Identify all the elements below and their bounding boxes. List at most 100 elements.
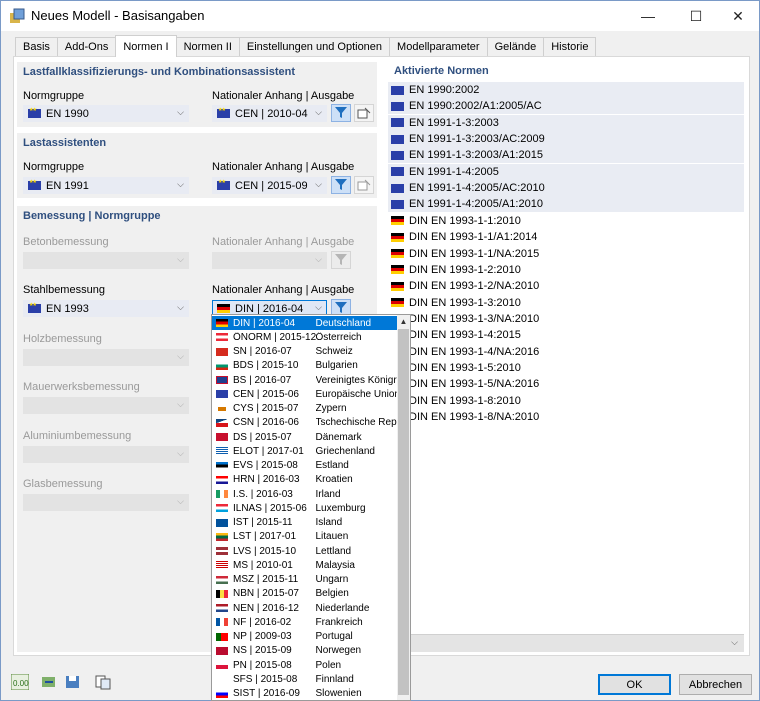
maximize-button[interactable]: ☐ (673, 1, 719, 31)
scroll-thumb[interactable] (398, 329, 409, 695)
dropdown-item[interactable]: MS | 2010-01 Malaysia (212, 558, 398, 572)
tab-historie[interactable]: Historie (543, 37, 597, 57)
dropdown-item[interactable]: SFS | 2015-08 Finnland (212, 672, 398, 686)
combi-filter-button[interactable] (331, 104, 351, 122)
tab-gelaende[interactable]: Gelände (486, 37, 545, 57)
tab-einstellungen[interactable]: Einstellungen und Optionen (238, 37, 391, 57)
norm-list-item[interactable]: DIN EN 1993-1-4/NA:2016 (388, 344, 744, 360)
dropdown-item[interactable]: PN | 2015-08 Polen (212, 658, 398, 672)
dropdown-item[interactable]: ÍST | 2015-11 Island (212, 516, 398, 530)
de-flag-icon (391, 216, 404, 226)
dropdown-item[interactable]: ČSN | 2016-06 Tschechische Republik (212, 416, 398, 430)
norm-list-item[interactable]: DIN EN 1993-1-3/NA:2010 (388, 311, 744, 327)
tab-normen-1[interactable]: Normen I (115, 35, 177, 57)
dropdown-item[interactable]: ÖNORM | 2015-12 Österreich (212, 330, 398, 344)
dropdown-item[interactable]: CYS | 2015-07 Zypern (212, 402, 398, 416)
load-filter-button[interactable] (331, 176, 351, 194)
eu-flag-icon (391, 85, 404, 95)
eu-flag-icon (391, 167, 404, 177)
filter-icon (335, 254, 347, 265)
ok-button[interactable]: OK (598, 674, 671, 695)
dropdown-item-code: NF | 2016-02 (233, 616, 292, 628)
combi-norm-select[interactable]: EN 1990 ⌵ (23, 105, 189, 122)
concrete-norm-select[interactable]: ⌵ (23, 252, 189, 269)
steel-norm-select[interactable]: EN 1993 ⌵ (23, 300, 189, 317)
copy-button[interactable] (93, 673, 113, 691)
norm-list-item[interactable]: DIN EN 1993-1-3:2010 (388, 295, 744, 311)
dropdown-item[interactable]: NBN | 2015-07 Belgien (212, 587, 398, 601)
dropdown-item[interactable]: HRN | 2016-03 Kroatien (212, 473, 398, 487)
scroll-up-icon[interactable]: ▲ (397, 315, 410, 328)
import-button[interactable] (39, 673, 59, 691)
concrete-filter-button[interactable] (331, 251, 351, 269)
timber-norm-select[interactable]: ⌵ (23, 349, 189, 366)
norm-list-item[interactable]: EN 1991-1-4:2005/AC:2010 (388, 180, 744, 197)
norm-list-item[interactable]: EN 1991-1-4:2005/A1:2010 (388, 196, 744, 213)
norm-list-item[interactable]: EN 1991-1-3:2003/AC:2009 (388, 131, 744, 148)
dropdown-item[interactable]: MSZ | 2015-11 Ungarn (212, 573, 398, 587)
dropdown-item[interactable]: DS | 2015-07 Dänemark (212, 430, 398, 444)
dropdown-item-country: Dänemark (315, 431, 362, 443)
dropdown-item[interactable]: NF | 2016-02 Frankreich (212, 615, 398, 629)
tab-basis[interactable]: Basis (15, 37, 58, 57)
dropdown-item-code: BDS | 2015-10 (233, 360, 299, 372)
ee-flag-icon (216, 461, 228, 470)
norm-list-item[interactable]: EN 1990:2002 (388, 82, 744, 98)
norm-list-item[interactable]: DIN EN 1993-1-5/NA:2016 (388, 376, 744, 392)
chevron-down-icon: ⌵ (177, 351, 184, 361)
norm-list-item[interactable]: EN 1991-1-3:2003/A1:2015 (388, 147, 744, 164)
norms-bottom-bar[interactable]: ⌵ (388, 634, 744, 652)
norm-list-item[interactable]: DIN EN 1993-1-1/NA:2015 (388, 246, 744, 262)
dropdown-item[interactable]: I.S. | 2016-03 Irland (212, 487, 398, 501)
glass-norm-select[interactable]: ⌵ (23, 494, 189, 511)
minimize-button[interactable]: — (625, 1, 671, 31)
dropdown-item[interactable]: ELOT | 2017-01 Griechenland (212, 444, 398, 458)
concrete-annex-select[interactable]: ⌵ (212, 252, 327, 269)
dropdown-item[interactable]: SN | 2016-07 Schweiz (212, 345, 398, 359)
dropdown-item-country: Estland (315, 460, 349, 472)
dropdown-item-code: DIN | 2016-04 (233, 317, 296, 329)
annex-dropdown-list[interactable]: DIN | 2016-04 Deutschland ÖNORM | 2015-12 Ö… (211, 314, 411, 701)
combi-edit-button[interactable] (354, 104, 374, 122)
units-button[interactable]: 0.00 (10, 673, 30, 691)
dropdown-item[interactable]: ILNAS | 2015-06 Luxemburg (212, 501, 398, 515)
norm-list-item[interactable]: DIN EN 1993-1-2/NA:2010 (388, 278, 744, 294)
load-norm-select[interactable]: EN 1991 ⌵ (23, 177, 189, 194)
masonry-norm-select[interactable]: ⌵ (23, 397, 189, 414)
tab-add-ons[interactable]: Add-Ons (56, 37, 117, 57)
chevron-down-icon: ⌵ (177, 254, 184, 264)
norm-list-item[interactable]: DIN EN 1993-1-5:2010 (388, 360, 744, 376)
norm-list-item[interactable]: EN 1991-1-4:2005 (388, 163, 744, 180)
norm-list-item[interactable]: EN 1991-1-3:2003 (388, 114, 744, 131)
cancel-button[interactable]: Abbrechen (679, 674, 752, 695)
tab-normen-2[interactable]: Normen II (175, 37, 240, 57)
tab-modellparameter[interactable]: Modellparameter (389, 37, 488, 57)
dropdown-item[interactable]: LST | 2017-01 Litauen (212, 530, 398, 544)
norm-list-item[interactable]: DIN EN 1993-1-4:2015 (388, 327, 744, 343)
norm-list-item[interactable]: DIN EN 1993-1-1:2010 (388, 213, 744, 229)
norm-list-item[interactable]: DIN EN 1993-1-8/NA:2010 (388, 409, 744, 425)
dropdown-item[interactable]: SIST | 2016-09 Slowenien (212, 687, 398, 701)
dropdown-item[interactable]: DIN | 2016-04 Deutschland (212, 316, 398, 331)
load-annex-select[interactable]: CEN | 2015-09 ⌵ (212, 177, 327, 194)
dropdown-item[interactable]: NEN | 2016-12 Niederlande (212, 601, 398, 615)
activated-norms-panel: Aktivierte Normen EN 1990:2002 EN 1990:20… (388, 62, 744, 652)
dropdown-item[interactable]: BS | 2016-07 Vereinigtes Königreich (212, 373, 398, 387)
dropdown-scrollbar[interactable]: ▲ (397, 315, 410, 700)
norm-list-item[interactable]: DIN EN 1993-1-2:2010 (388, 262, 744, 278)
dropdown-item[interactable]: EVS | 2015-08 Estland (212, 459, 398, 473)
dropdown-item[interactable]: CEN | 2015-06 Europäische Union (212, 387, 398, 401)
save-button[interactable] (63, 673, 83, 691)
dropdown-item[interactable]: NP | 2009-03 Portugal (212, 630, 398, 644)
norm-list-item[interactable]: EN 1990:2002/A1:2005/AC (388, 98, 744, 115)
aluminium-norm-select[interactable]: ⌵ (23, 446, 189, 463)
dropdown-item[interactable]: LVS | 2015-10 Lettland (212, 544, 398, 558)
dropdown-item[interactable]: NS | 2015-09 Norwegen (212, 644, 398, 658)
close-button[interactable]: ✕ (715, 1, 760, 31)
load-edit-button[interactable] (354, 176, 374, 194)
dropdown-item[interactable]: BDS | 2015-10 Bulgarien (212, 359, 398, 373)
norm-list-item[interactable]: DIN EN 1993-1-1/A1:2014 (388, 229, 744, 245)
norm-list-item[interactable]: DIN EN 1993-1-8:2010 (388, 393, 744, 409)
combi-annex-select[interactable]: CEN | 2010-04 ⌵ (212, 105, 327, 122)
dropdown-item-country: Griechenland (315, 445, 375, 457)
